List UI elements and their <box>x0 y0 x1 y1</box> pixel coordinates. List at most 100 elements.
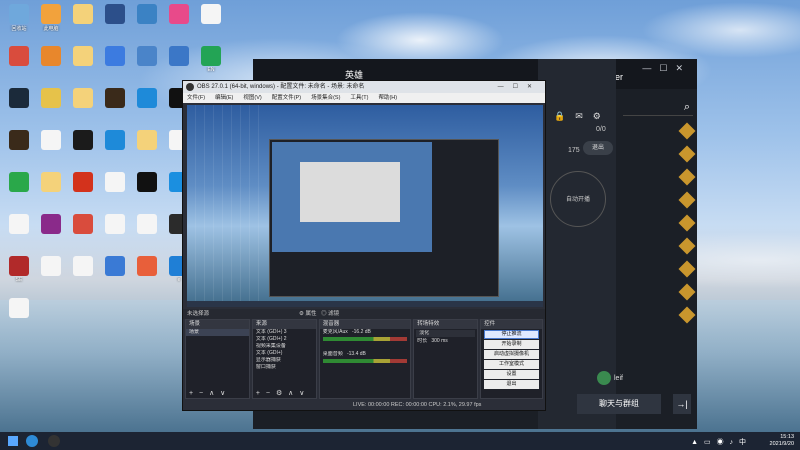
collapse-arrow-icon[interactable]: →| <box>673 394 691 414</box>
desktop-icon[interactable]: EN <box>196 46 226 80</box>
desktop-icon[interactable]: 此电脑 <box>36 4 66 38</box>
desktop-icon[interactable] <box>36 214 66 248</box>
desktop-icon[interactable] <box>36 46 66 80</box>
scene-item[interactable]: 场景 <box>186 329 249 336</box>
desktop-icon[interactable] <box>4 172 34 206</box>
desktop-icon[interactable] <box>68 4 98 38</box>
desktop-icon[interactable] <box>36 256 66 290</box>
client-toolbar-icons[interactable]: 🔒✉⚙ <box>554 111 611 122</box>
desktop-icon[interactable] <box>196 4 226 38</box>
client-window-controls[interactable]: —☐✕ <box>642 63 691 74</box>
app-icon <box>105 88 125 108</box>
friend-row[interactable] <box>615 211 697 234</box>
friend-row[interactable] <box>615 257 697 280</box>
control-button[interactable]: 停止推流 <box>484 330 539 339</box>
friend-row[interactable] <box>615 142 697 165</box>
desktop-icon[interactable] <box>132 172 162 206</box>
control-button[interactable]: 工作室模式 <box>484 360 539 369</box>
source-item[interactable]: 文本 (GDI+) 2 <box>253 336 316 343</box>
search-field[interactable]: ⌕ <box>623 100 693 116</box>
desktop-icon[interactable] <box>132 214 162 248</box>
source-item[interactable]: 窗口捕获 <box>253 364 316 371</box>
desktop-icon[interactable] <box>164 4 194 38</box>
transition-type[interactable]: 淡化 <box>416 330 476 337</box>
source-item[interactable]: 视频采集设备 <box>253 343 316 350</box>
scenes-header: 场景 <box>186 320 249 329</box>
desktop-icon[interactable]: 回收站 <box>4 4 34 38</box>
desktop-icon[interactable] <box>4 130 34 164</box>
friend-row[interactable] <box>615 303 697 326</box>
transition-duration[interactable]: 时长 300 ms <box>414 338 477 345</box>
desktop-icon[interactable] <box>4 214 34 248</box>
mixer-mic-meter[interactable] <box>322 337 408 341</box>
friend-row[interactable] <box>615 119 697 142</box>
obs-preview[interactable] <box>187 105 543 307</box>
friend-row[interactable] <box>615 280 697 303</box>
start-button-icon[interactable] <box>8 436 18 446</box>
desktop-icon[interactable] <box>132 256 162 290</box>
friend-row[interactable] <box>615 234 697 257</box>
desktop-icon[interactable]: SE <box>4 256 34 290</box>
mixer-mic-label: 麦克风/Aux -16.2 dB <box>322 329 371 335</box>
desktop-icon[interactable] <box>36 130 66 164</box>
desktop-icon[interactable] <box>100 172 130 206</box>
desktop-icon[interactable] <box>4 46 34 80</box>
desktop-icon[interactable] <box>4 88 34 122</box>
taskbar-app-icon[interactable] <box>26 435 38 447</box>
desktop-icon[interactable] <box>100 46 130 80</box>
desktop-icon[interactable] <box>100 88 130 122</box>
menu-item[interactable]: 配置文件(P) <box>272 93 301 103</box>
friend-row[interactable] <box>615 188 697 211</box>
desktop-icon[interactable] <box>100 4 130 38</box>
menu-item[interactable]: 工具(T) <box>350 93 368 103</box>
desktop-icon[interactable] <box>164 46 194 80</box>
obs-titlebar: OBS 27.0.1 (64-bit, windows) - 配置文件: 未命名… <box>183 81 545 93</box>
search-icon[interactable]: ⌕ <box>684 101 690 114</box>
menu-item[interactable]: 视图(V) <box>243 93 261 103</box>
desktop-icon[interactable] <box>100 256 130 290</box>
menu-item[interactable]: 编辑(E) <box>215 93 233 103</box>
app-icon <box>169 4 189 24</box>
control-button[interactable]: 退出 <box>484 380 539 389</box>
desktop-icon[interactable] <box>4 298 34 332</box>
sources-footer[interactable]: + − ⚙ ∧ ∨ <box>253 389 316 398</box>
taskbar-obs-icon[interactable] <box>48 435 60 447</box>
control-button[interactable]: 设置 <box>484 370 539 379</box>
desktop-icon[interactable] <box>132 4 162 38</box>
desktop-icon[interactable] <box>68 46 98 80</box>
control-button[interactable]: 启动虚拟摄像机 <box>484 350 539 359</box>
desktop-icon[interactable] <box>68 130 98 164</box>
scenes-footer[interactable]: + − ∧ ∨ <box>186 389 249 398</box>
menu-item[interactable]: 场景集合(S) <box>311 93 340 103</box>
obs-window-controls[interactable]: —☐✕ <box>498 81 541 93</box>
desktop-icon[interactable] <box>68 214 98 248</box>
desktop-icon[interactable] <box>68 256 98 290</box>
source-item[interactable]: 文本 (GDI+) 3 <box>253 329 316 336</box>
source-item[interactable]: 显示器捕获 <box>253 357 316 364</box>
menu-item[interactable]: 帮助(H) <box>378 93 397 103</box>
desktop-icon[interactable] <box>100 214 130 248</box>
chat-groups-button[interactable]: 聊天与群组 <box>577 394 661 414</box>
auto-start-ring[interactable]: 自动开播 <box>550 171 606 227</box>
app-icon <box>9 172 29 192</box>
tray-icons[interactable]: ▲ ▭ ◉ ♪ 中 <box>691 437 748 447</box>
desktop-icon[interactable] <box>100 130 130 164</box>
desktop-icon[interactable] <box>132 130 162 164</box>
desktop-icon[interactable] <box>132 88 162 122</box>
source-item[interactable]: 文本 (GDI+) <box>253 350 316 357</box>
desktop-icon[interactable] <box>68 88 98 122</box>
menu-item[interactable]: 文件(F) <box>187 93 205 103</box>
desktop-icon[interactable] <box>36 172 66 206</box>
desktop-icon[interactable] <box>68 172 98 206</box>
desktop-icon-label: 此电脑 <box>43 26 59 32</box>
clock[interactable]: 15:13 2021/9/20 <box>770 434 794 448</box>
control-button[interactable]: 开始录制 <box>484 340 539 349</box>
friend-row[interactable] <box>615 165 697 188</box>
app-icon <box>105 214 125 234</box>
desktop-icon[interactable] <box>132 46 162 80</box>
mixer-desktop-meter[interactable] <box>322 359 408 363</box>
exit-button[interactable]: 退出 <box>583 141 613 155</box>
friend-leif[interactable]: leif <box>597 371 623 385</box>
properties-button[interactable]: ⚙ 属性 ◎ 滤镜 <box>299 309 339 319</box>
desktop-icon[interactable] <box>36 88 66 122</box>
